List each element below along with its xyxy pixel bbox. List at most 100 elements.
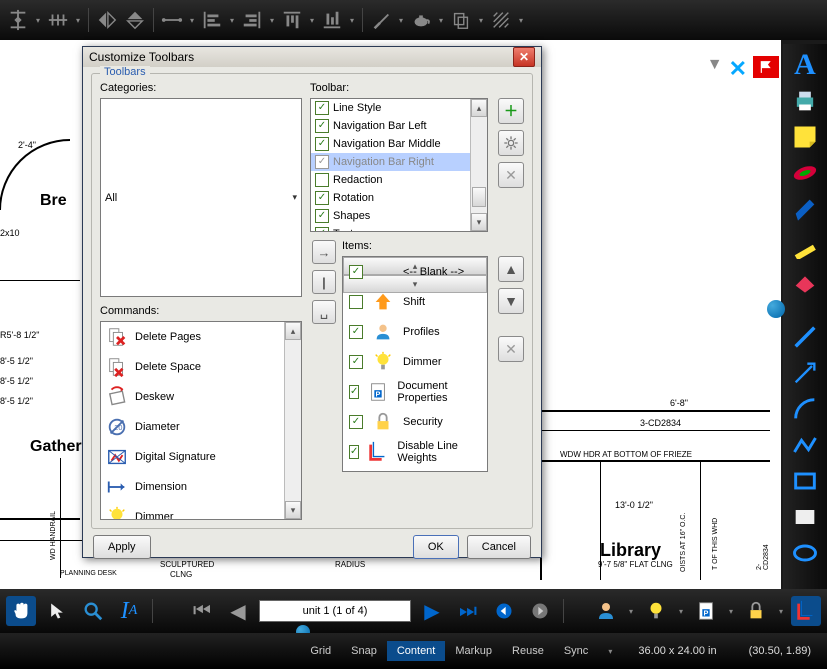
checkbox[interactable]: ✓ bbox=[315, 191, 329, 205]
item-row[interactable]: ✓Profiles bbox=[343, 317, 471, 347]
command-item[interactable]: 20Diameter bbox=[101, 412, 293, 442]
dropdown-arrow[interactable]: ▾ bbox=[74, 16, 82, 25]
scroll-down[interactable]: ▾ bbox=[285, 501, 301, 519]
arc-tool-icon[interactable] bbox=[788, 392, 822, 426]
rectangle-tool-icon[interactable] bbox=[788, 464, 822, 498]
pen-icon[interactable] bbox=[788, 192, 822, 226]
highlighter-icon[interactable] bbox=[788, 228, 822, 262]
checkbox[interactable]: ✓ bbox=[315, 101, 329, 115]
toolbar-item[interactable]: ✓Line Style bbox=[311, 99, 479, 117]
slider-knob[interactable] bbox=[767, 300, 785, 318]
line-icon[interactable] bbox=[160, 8, 184, 32]
remove-item-button[interactable]: ✕ bbox=[498, 336, 524, 362]
toolbar-item[interactable]: ✓Navigation Bar Left bbox=[311, 117, 479, 135]
apply-button[interactable]: Apply bbox=[93, 535, 151, 559]
categories-select[interactable]: All ▾ bbox=[100, 98, 302, 297]
item-row[interactable]: ✓Disable Line Weights bbox=[343, 437, 471, 467]
move-up-button[interactable]: ▲ bbox=[498, 256, 524, 282]
toolbar-listbox[interactable]: ✓Line Style✓Navigation Bar Left ✓Navigati… bbox=[310, 98, 488, 232]
status-sync[interactable]: Sync bbox=[554, 641, 598, 661]
security-icon[interactable] bbox=[741, 596, 771, 626]
toolbar-item[interactable]: ✓Rotation bbox=[311, 189, 479, 207]
pan-hand-icon[interactable] bbox=[6, 596, 36, 626]
dropdown-arrow[interactable]: ▾ bbox=[727, 607, 735, 616]
doc-properties-icon[interactable]: P bbox=[691, 596, 721, 626]
item-row[interactable]: ✓Dimmer bbox=[343, 347, 471, 377]
arrow-cursor-icon[interactable] bbox=[42, 596, 72, 626]
scrollbar[interactable]: ▴ ▾ bbox=[284, 322, 301, 519]
command-item[interactable]: Digital Signature bbox=[101, 442, 293, 472]
dropdown-arrow[interactable]: ▾ bbox=[228, 16, 236, 25]
align-right-icon[interactable] bbox=[240, 8, 264, 32]
next-view-icon[interactable] bbox=[525, 596, 555, 626]
toolbar-item[interactable]: ✓Shapes bbox=[311, 207, 479, 225]
checkbox[interactable]: ✓ bbox=[349, 415, 363, 429]
checkbox[interactable]: ✓ bbox=[315, 119, 329, 133]
item-row[interactable]: ✓<-- Blank --> bbox=[343, 257, 471, 287]
x-icon[interactable]: ✕ bbox=[729, 56, 747, 82]
dropdown-arrow[interactable]: ▾ bbox=[437, 16, 445, 25]
scroll-track[interactable] bbox=[471, 117, 487, 213]
prev-page-icon[interactable]: ◀ bbox=[223, 596, 253, 626]
command-item[interactable]: Deskew bbox=[101, 382, 293, 412]
dropdown-arrow[interactable]: ▾ bbox=[677, 607, 685, 616]
flip-horizontal-icon[interactable] bbox=[95, 8, 119, 32]
flag-icon[interactable] bbox=[753, 56, 779, 78]
lineweights-icon[interactable] bbox=[791, 596, 821, 626]
checkbox[interactable]: ✓ bbox=[315, 173, 329, 187]
align-center-icon[interactable] bbox=[6, 8, 30, 32]
item-row[interactable]: ✓Security bbox=[343, 407, 471, 437]
line-tool-icon[interactable] bbox=[788, 320, 822, 354]
align-horizontal-icon[interactable] bbox=[46, 8, 70, 32]
sticky-note-icon[interactable] bbox=[788, 120, 822, 154]
command-item[interactable]: Delete Space bbox=[101, 352, 293, 382]
arrow-tool-icon[interactable] bbox=[788, 356, 822, 390]
hatch-icon[interactable] bbox=[489, 8, 513, 32]
page-field[interactable]: unit 1 (1 of 4) bbox=[259, 600, 411, 622]
checkbox[interactable]: ✓ bbox=[315, 209, 329, 223]
blank-button[interactable]: ␣ bbox=[312, 300, 336, 324]
status-content[interactable]: Content bbox=[387, 641, 446, 661]
checkbox[interactable]: ✓ bbox=[349, 355, 363, 369]
toolbar-item[interactable]: ✓Navigation Bar Right bbox=[311, 153, 479, 171]
checkbox[interactable]: ✓ bbox=[315, 137, 329, 151]
next-page-icon[interactable]: ▶ bbox=[417, 596, 447, 626]
scrollbar[interactable]: ▴ ▾ bbox=[470, 99, 487, 231]
close-button[interactable]: ✕ bbox=[513, 47, 535, 67]
checkbox[interactable]: ✓ bbox=[315, 155, 329, 169]
checkbox[interactable]: ✓ bbox=[349, 325, 363, 339]
items-listbox[interactable]: ✓<-- Blank -->✓Shift✓Profiles✓Dimmer✓PDo… bbox=[342, 256, 488, 472]
scroll-up[interactable]: ▴ bbox=[285, 322, 301, 340]
status-markup[interactable]: Markup bbox=[445, 641, 502, 661]
dropdown-arrow[interactable]: ▾ bbox=[308, 16, 316, 25]
align-top-icon[interactable] bbox=[280, 8, 304, 32]
dropdown-arrow[interactable]: ▾ bbox=[627, 607, 635, 616]
item-row[interactable]: ✓Shift bbox=[343, 287, 471, 317]
polyline-tool-icon[interactable] bbox=[788, 428, 822, 462]
lozenge-icon[interactable] bbox=[788, 156, 822, 190]
status-snap[interactable]: Snap bbox=[341, 641, 387, 661]
profiles-icon[interactable] bbox=[591, 596, 621, 626]
commands-listbox[interactable]: Delete PagesDelete SpaceDeskew20Diameter… bbox=[100, 321, 302, 520]
text-A-icon[interactable]: A bbox=[788, 48, 822, 82]
checkbox[interactable]: ✓ bbox=[349, 265, 363, 279]
dropdown-arrow[interactable]: ▾ bbox=[188, 16, 196, 25]
ok-button[interactable]: OK bbox=[413, 535, 459, 559]
flip-vertical-icon[interactable] bbox=[123, 8, 147, 32]
command-item[interactable]: Delete Pages bbox=[101, 322, 293, 352]
dropdown-arrow[interactable]: ▾ bbox=[777, 607, 785, 616]
toolbar-item[interactable]: ✓Redaction bbox=[311, 171, 479, 189]
checkbox[interactable]: ✓ bbox=[349, 295, 363, 309]
zoom-icon[interactable] bbox=[78, 596, 108, 626]
move-right-button[interactable]: → bbox=[312, 240, 336, 264]
command-item[interactable]: Dimension bbox=[101, 472, 293, 502]
gear-button[interactable] bbox=[498, 130, 524, 156]
scroll-up[interactable]: ▴ bbox=[471, 99, 487, 117]
dropdown-arrow[interactable]: ▾ bbox=[268, 16, 276, 25]
cancel-button[interactable]: Cancel bbox=[467, 535, 531, 559]
add-toolbar-button[interactable]: ＋ bbox=[498, 98, 524, 124]
copy-icon[interactable] bbox=[449, 8, 473, 32]
move-down-button[interactable]: ▼ bbox=[498, 288, 524, 314]
separator-button[interactable]: | bbox=[312, 270, 336, 294]
status-grid[interactable]: Grid bbox=[300, 641, 341, 661]
